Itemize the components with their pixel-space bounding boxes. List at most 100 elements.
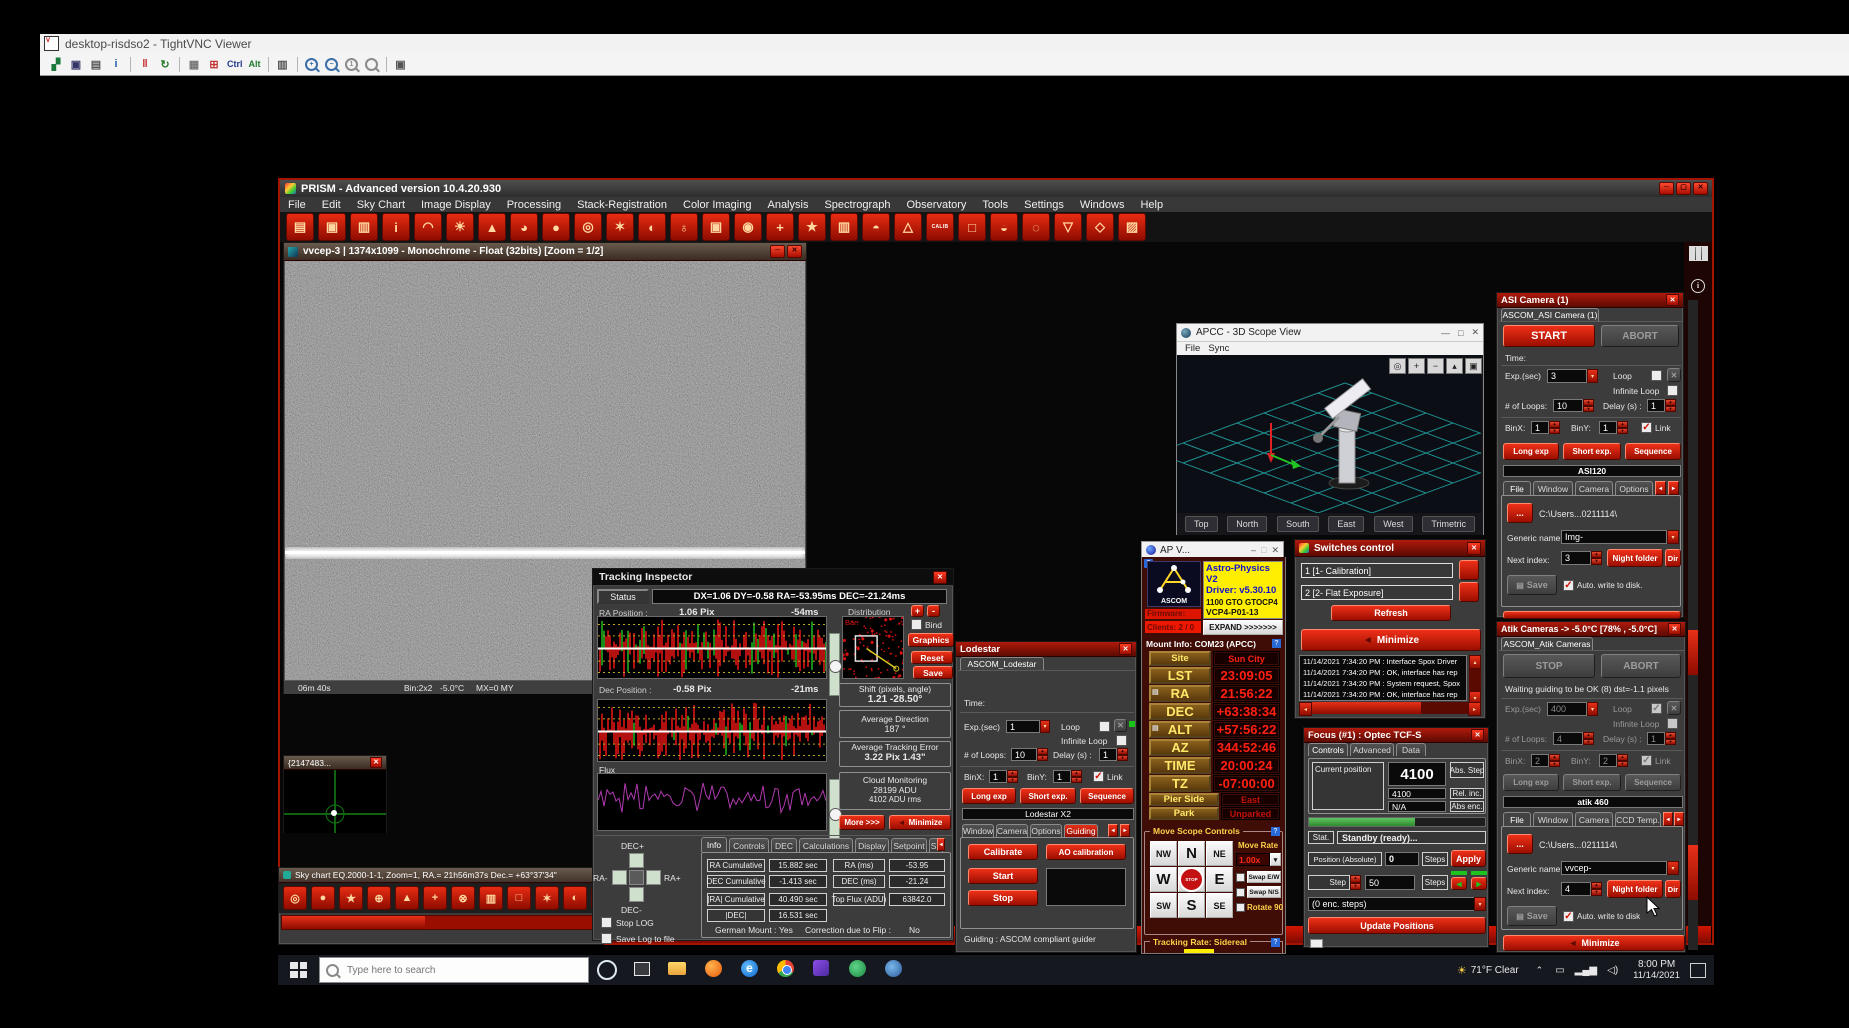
chrome-icon[interactable] (775, 958, 799, 982)
asi-infinite-checkbox[interactable] (1667, 385, 1678, 396)
skychart-hscrollbar[interactable] (281, 915, 601, 930)
menu-settings[interactable]: Settings (1016, 199, 1072, 211)
cross-icon[interactable]: + (423, 886, 447, 910)
zoom-in-icon[interactable]: + (303, 56, 321, 73)
lodestar-tab[interactable]: ASCOM_Lodestar (960, 657, 1044, 670)
tracking-minimize-button[interactable]: ◄Minimize (889, 815, 951, 830)
asi-tab-window[interactable]: Window (1533, 481, 1573, 495)
lodestar-ao-calibration-button[interactable]: AO calibration (1046, 844, 1126, 860)
menu-file[interactable]: File (280, 199, 314, 211)
graphics-button[interactable]: Graphics (908, 633, 954, 647)
asi-short-exp-button[interactable]: Short exp. (1563, 443, 1621, 460)
notification-icon[interactable] (1690, 963, 1706, 978)
lodestar-delay-spinner[interactable]: ▲▼ (1117, 748, 1128, 761)
save-icon[interactable]: ▣ (318, 213, 346, 241)
down-triangle-icon[interactable]: ▽ (1054, 213, 1082, 241)
switches-hscrollbar[interactable]: ◂ ▸ (1299, 702, 1481, 714)
swap-ew-button[interactable]: Swap E/W (1247, 871, 1281, 883)
move-e-button[interactable]: E (1206, 867, 1233, 892)
lodestar-exp-dropdown-icon[interactable]: ▾ (1040, 720, 1050, 733)
focus-enc-dropdown[interactable]: (0 enc. steps) (1308, 897, 1486, 911)
triangle-icon[interactable]: ▲ (478, 213, 506, 241)
atik-save-button[interactable]: ▤Save (1507, 906, 1557, 926)
file-explorer-icon[interactable] (667, 958, 691, 982)
star-icon[interactable]: ★ (339, 886, 363, 910)
save-log-checkbox[interactable] (601, 933, 612, 944)
asi-long-exp-button[interactable]: Long exp (1503, 443, 1559, 460)
ap-row-label-alt[interactable]: ALT▤ (1149, 721, 1211, 738)
view-west-button[interactable]: West (1374, 516, 1412, 532)
ap-row-label-tz[interactable]: TZ (1149, 775, 1211, 792)
focus-apply-button[interactable]: Apply (1451, 850, 1486, 867)
open-folder-icon[interactable]: ▤ (286, 213, 314, 241)
edge-icon[interactable]: e (739, 958, 763, 982)
ap-row-label-pier-side[interactable]: Pier Side (1149, 793, 1219, 806)
prism-title-bar[interactable]: PRISM - Advanced version 10.4.20.930 ─ ▢… (280, 180, 1712, 197)
tracking-tab-calculations[interactable]: Calculations (799, 838, 853, 852)
asi-loops-spinner[interactable]: ▲▼ (1583, 399, 1594, 412)
move-help-icon[interactable]: ? (1271, 827, 1280, 836)
asi-tab-file[interactable]: File (1503, 481, 1531, 495)
prism-minimize-button[interactable]: ─ (1659, 182, 1674, 195)
tracking-close-icon[interactable]: ✕ (933, 571, 947, 584)
tray-chevron-icon[interactable]: ⌃ (1536, 965, 1544, 976)
guide-close-icon[interactable]: ✕ (370, 757, 382, 768)
focus-tab-data[interactable]: Data (1396, 743, 1426, 756)
tracking-tab-dec[interactable]: DEC (771, 838, 797, 852)
vnc-title-bar[interactable]: V desktop-risdso2 - TightVNC Viewer (40, 34, 1849, 53)
atik-browse-button[interactable]: ... (1507, 834, 1533, 854)
sphere-icon[interactable]: ◓ (862, 213, 890, 241)
select-icon[interactable]: ◎ (1389, 358, 1406, 374)
atik-minimize-button[interactable]: ◄Minimize (1503, 935, 1685, 951)
lodestar-link-checkbox[interactable]: ✓ (1093, 771, 1104, 782)
zoom-100-icon[interactable]: 1 (343, 56, 361, 73)
ap-close-icon[interactable]: ✕ (1271, 545, 1279, 556)
planet-icon[interactable]: ● (542, 213, 570, 241)
view-trimetric-button[interactable]: Trimetric (1422, 516, 1475, 532)
swap-ns-button[interactable]: Swap N/S (1247, 886, 1281, 898)
switches-title-bar[interactable]: Switches control ✕ (1295, 540, 1485, 557)
swap-ew-checkbox[interactable] (1236, 873, 1245, 882)
task-view-icon[interactable] (631, 958, 655, 982)
sun-icon[interactable]: ☀ (446, 213, 474, 241)
move-stop-button[interactable]: STOP (1178, 867, 1205, 892)
asi-loops-value[interactable]: 10 (1553, 399, 1583, 412)
search-input[interactable] (345, 964, 549, 977)
save-session-icon[interactable]: ▣ (67, 56, 85, 73)
printer-icon[interactable]: ▥ (479, 886, 503, 910)
browser-icon[interactable] (883, 958, 907, 982)
tracking-tab-controls[interactable]: Controls (729, 838, 769, 852)
atik-biny-spinner[interactable]: ▲▼ (1617, 754, 1628, 767)
atik-binx-spinner[interactable]: ▲▼ (1549, 754, 1560, 767)
atik-stop-button[interactable]: STOP (1503, 654, 1595, 678)
start-button[interactable] (290, 962, 307, 978)
tracking-tab-setpoint[interactable]: Setpoint (891, 838, 927, 852)
asi-dir-button[interactable]: Dir (1665, 549, 1681, 567)
ap-row-label-ra[interactable]: RA▤ (1149, 685, 1211, 702)
apcc-app-icon[interactable] (811, 958, 835, 982)
focus-tab-advanced[interactable]: Advanced (1350, 743, 1394, 756)
half-moon-icon[interactable]: ◐ (638, 213, 666, 241)
move-n-button[interactable]: N (1178, 841, 1205, 866)
asi-link-checkbox[interactable]: ✓ (1641, 422, 1652, 433)
half-icon[interactable]: ◐ (563, 886, 587, 910)
asi-night-folder-button[interactable]: Night folder (1607, 549, 1663, 567)
win-key-icon[interactable]: ⊞ (205, 56, 223, 73)
focus-step-spinner[interactable]: ▲▼ (1350, 875, 1361, 890)
square-icon[interactable]: □ (958, 213, 986, 241)
sphere-icon[interactable]: ● (311, 886, 335, 910)
pie-icon[interactable]: ◕ (510, 213, 538, 241)
fullscreen-icon[interactable]: ▣ (392, 56, 410, 73)
earth-icon[interactable]: ♁ (670, 213, 698, 241)
lodestar-biny-value[interactable]: 1 (1053, 770, 1071, 783)
lodestar-tab-camera[interactable]: Camera (996, 824, 1028, 837)
atik-generic-value[interactable]: vvcep- (1561, 861, 1667, 875)
pause-icon[interactable]: ‖ (136, 56, 154, 73)
reset-button[interactable]: Reset (911, 651, 953, 664)
refresh-icon[interactable]: ↻ (156, 56, 174, 73)
atik-tabs-right-icon[interactable]: ▸ (1674, 812, 1684, 826)
asi-loop-checkbox[interactable] (1651, 370, 1662, 381)
apcc-maximize-icon[interactable]: □ (1458, 328, 1463, 338)
switch-item-1[interactable]: 1 [1- Calibration] (1301, 563, 1453, 578)
atik-sequence-button[interactable]: Sequence (1625, 774, 1681, 791)
